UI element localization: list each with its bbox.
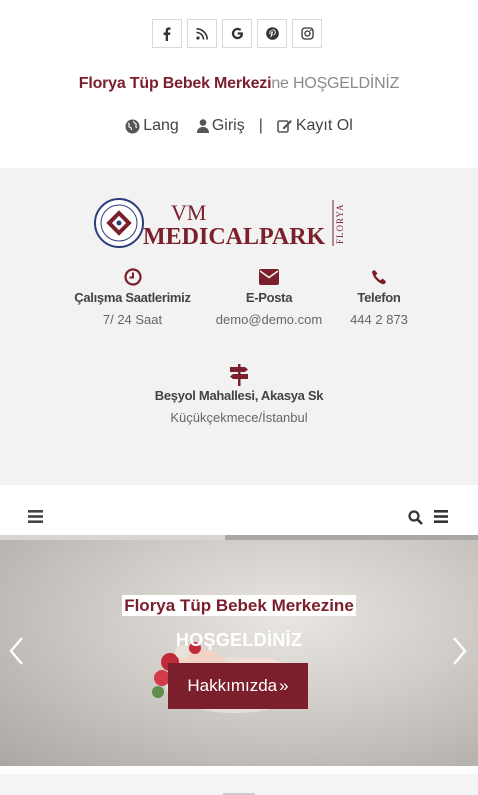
about-button[interactable]: Hakkımızda » bbox=[168, 663, 308, 709]
hours-title: Çalışma Saatlerimiz bbox=[74, 290, 191, 305]
menu-toggle[interactable] bbox=[28, 510, 43, 528]
welcome-text: Florya Tüp Bebek Merkezine HOŞGELDİNİZ bbox=[0, 75, 478, 93]
register-label: Kayıt Ol bbox=[295, 117, 353, 134]
search-icon bbox=[408, 510, 423, 525]
logo-mark: VM bbox=[171, 200, 206, 225]
chevron-right-icon bbox=[453, 637, 467, 665]
hamburger-icon bbox=[434, 510, 448, 523]
auth-links: Lang Giriş | Kayıt Ol bbox=[0, 117, 478, 135]
content-strip bbox=[0, 774, 478, 795]
hours-block: Çalışma Saatlerimiz 7/ 24 Saat bbox=[70, 266, 195, 327]
signpost-icon bbox=[230, 364, 248, 386]
auth-separator: | bbox=[258, 117, 263, 134]
logo-side: FLORYA bbox=[335, 203, 345, 244]
instagram-link[interactable] bbox=[292, 19, 322, 48]
welcome-brand: Florya Tüp Bebek Merkezi bbox=[78, 75, 272, 92]
logo-graphic: VM MEDICALPARK FLORYA bbox=[94, 198, 345, 250]
content-start bbox=[0, 766, 478, 795]
welcome-rest: ne HOŞGELDİNİZ bbox=[271, 75, 400, 92]
edit-icon bbox=[277, 120, 292, 133]
double-chevron-right-icon: » bbox=[279, 676, 289, 695]
phone-title: Telefon bbox=[357, 290, 401, 305]
search-toggle[interactable] bbox=[408, 510, 423, 530]
email-value[interactable]: demo@demo.com bbox=[209, 312, 329, 327]
facebook-link[interactable] bbox=[152, 19, 182, 48]
social-links bbox=[152, 19, 322, 48]
facebook-icon bbox=[163, 26, 171, 41]
slider-next-button[interactable] bbox=[452, 636, 468, 671]
slide-subtitle: HOŞGELDİNİZ bbox=[175, 630, 303, 650]
slider-prev-button[interactable] bbox=[8, 636, 24, 671]
logo-text: MEDICALPARK bbox=[143, 224, 326, 250]
login-link[interactable]: Giriş bbox=[196, 117, 245, 135]
chevron-left-icon bbox=[9, 637, 23, 665]
top-bar: Florya Tüp Bebek Merkezine HOŞGELDİNİZ L… bbox=[0, 0, 478, 168]
slide-title: Florya Tüp Bebek Merkezine bbox=[122, 595, 356, 616]
about-button-label: Hakkımızda bbox=[187, 676, 278, 695]
rss-icon bbox=[196, 27, 208, 40]
globe-icon bbox=[125, 119, 140, 133]
nav-bar bbox=[0, 485, 478, 540]
email-title: E-Posta bbox=[245, 290, 293, 305]
address-title: Beşyol Mahallesi, Akasya Sk bbox=[154, 388, 324, 403]
login-label: Giriş bbox=[211, 117, 245, 134]
info-band: VM MEDICALPARK FLORYA Çalışma Saatlerimi… bbox=[0, 168, 478, 485]
secondary-menu-toggle[interactable] bbox=[434, 510, 448, 528]
register-link[interactable]: Kayıt Ol bbox=[277, 117, 353, 135]
phone-block: Telefon 444 2 873 bbox=[339, 266, 419, 327]
hamburger-icon bbox=[28, 510, 43, 523]
rss-link[interactable] bbox=[187, 19, 217, 48]
google-icon bbox=[231, 27, 243, 40]
user-icon bbox=[196, 119, 209, 133]
hero-slider: Florya Tüp Bebek Merkezine HOŞGELDİNİZ H… bbox=[0, 540, 478, 766]
pinterest-icon bbox=[265, 27, 279, 40]
google-link[interactable] bbox=[222, 19, 252, 48]
medicalpark-logo[interactable]: VM MEDICALPARK FLORYA bbox=[93, 198, 346, 250]
phone-icon bbox=[371, 269, 386, 284]
instagram-icon bbox=[300, 27, 314, 40]
address-block: Beşyol Mahallesi, Akasya Sk Küçükçekmece… bbox=[140, 364, 338, 425]
clock-icon bbox=[123, 268, 142, 286]
lang-label: Lang bbox=[143, 117, 179, 134]
email-block: E-Posta demo@demo.com bbox=[209, 266, 329, 327]
address-value: Küçükçekmece/İstanbul bbox=[170, 410, 308, 425]
hours-value: 7/ 24 Saat bbox=[102, 312, 163, 327]
pinterest-link[interactable] bbox=[257, 19, 287, 48]
phone-value[interactable]: 444 2 873 bbox=[339, 312, 419, 327]
envelope-icon bbox=[259, 269, 279, 285]
lang-link[interactable]: Lang bbox=[125, 117, 179, 135]
